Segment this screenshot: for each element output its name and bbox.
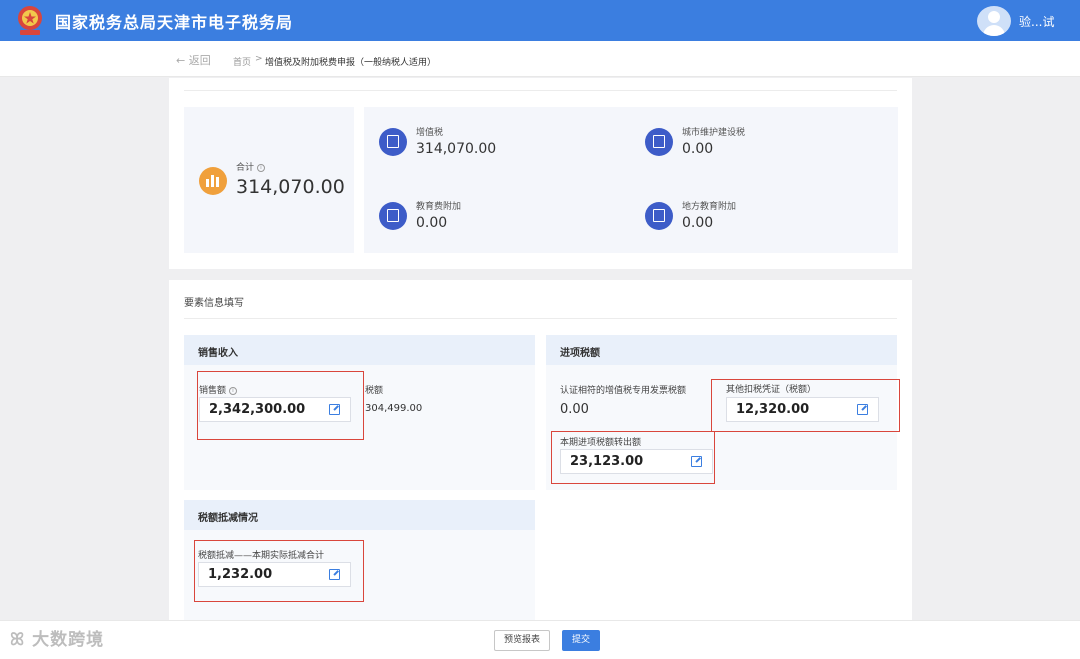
username[interactable]: 验...试 [1019,13,1054,30]
certified-invoice-tax-value: 0.00 [560,402,589,417]
tax-item-vat: 增值税 314,070.00 [379,125,619,165]
highlight-box-transfer [551,431,715,484]
book-icon [645,202,673,230]
sales-panel-title: 销售收入 [184,335,535,365]
section-title: 要素信息填写 [184,298,244,309]
breadcrumb-home[interactable]: 首页 [233,55,251,68]
graduation-cap-icon [379,202,407,230]
watermark-text: 大数跨境 [32,630,105,650]
divider [184,90,897,91]
breadcrumb-current: 增值税及附加税费申报（一般纳税人适用） [265,58,437,68]
back-label: 返回 [188,54,211,67]
tax-item-label: 教育费附加 [416,202,462,212]
info-icon[interactable]: i [257,163,266,172]
vat-icon [379,128,407,156]
breadcrumb-bar: ← 返回 首页 > 增值税及附加税费申报（一般纳税人适用） [0,41,1080,77]
total-label: 合计 i [236,160,266,173]
tax-item-value: 0.00 [682,141,714,157]
total-value: 314,070.00 [236,176,345,198]
national-emblem-icon [18,6,42,35]
watermark-logo-icon: ꕤ [10,630,26,650]
highlight-box-sales [197,371,364,440]
tax-item-label: 增值税 [416,128,444,138]
tax-item-value: 0.00 [682,215,714,231]
preview-report-button[interactable]: 预览报表 [494,630,550,651]
arrow-left-icon: ← [176,54,186,67]
tax-item-value: 0.00 [416,215,448,231]
site-title: 国家税务总局天津市电子税务局 [55,13,294,32]
bar-chart-icon [199,167,227,195]
chevron-right-icon: > [255,54,263,64]
back-button[interactable]: ← 返回 [176,52,211,68]
tax-item-value: 314,070.00 [416,141,497,157]
total-label-text: 合计 [236,163,255,173]
certified-invoice-tax-label: 认证相符的增值税专用发票税额 [560,386,687,396]
tax-item-education-surcharge: 教育费附加 0.00 [379,199,619,239]
tax-item-label: 城市维护建设税 [682,128,746,138]
highlight-box-other-deduction [711,379,900,432]
divider [184,318,897,319]
tax-breakdown-panel: 增值税 314,070.00 城市维护建设税 0.00 教育费附加 0.00 地… [364,107,898,253]
footer-bar: 预览报表 提交 [0,620,1080,659]
tax-summary-card: 合计 i 314,070.00 增值税 314,070.00 城市维护建设税 0.… [169,78,912,269]
deduction-panel-title: 税额抵减情况 [184,500,535,530]
sales-tax-label: 税额 [365,386,384,396]
form-card: 要素信息填写 销售收入 销售额 i 2,342,300.00 税额 304,499… [169,280,912,620]
tax-item-local-education: 地方教育附加 0.00 [645,199,885,239]
highlight-box-deduction [194,540,364,602]
building-icon [645,128,673,156]
watermark: ꕤ 大数跨境 [10,625,104,650]
submit-button[interactable]: 提交 [562,630,600,651]
user-avatar[interactable] [977,6,1011,36]
tax-item-label: 地方教育附加 [682,202,737,212]
top-bar: 国家税务总局天津市电子税务局 验...试 [0,0,1080,41]
sales-tax-value: 304,499.00 [365,403,423,414]
tax-item-urban-construction: 城市维护建设税 0.00 [645,125,885,165]
input-tax-panel-title: 进项税额 [546,335,897,365]
total-panel: 合计 i 314,070.00 [184,107,354,253]
